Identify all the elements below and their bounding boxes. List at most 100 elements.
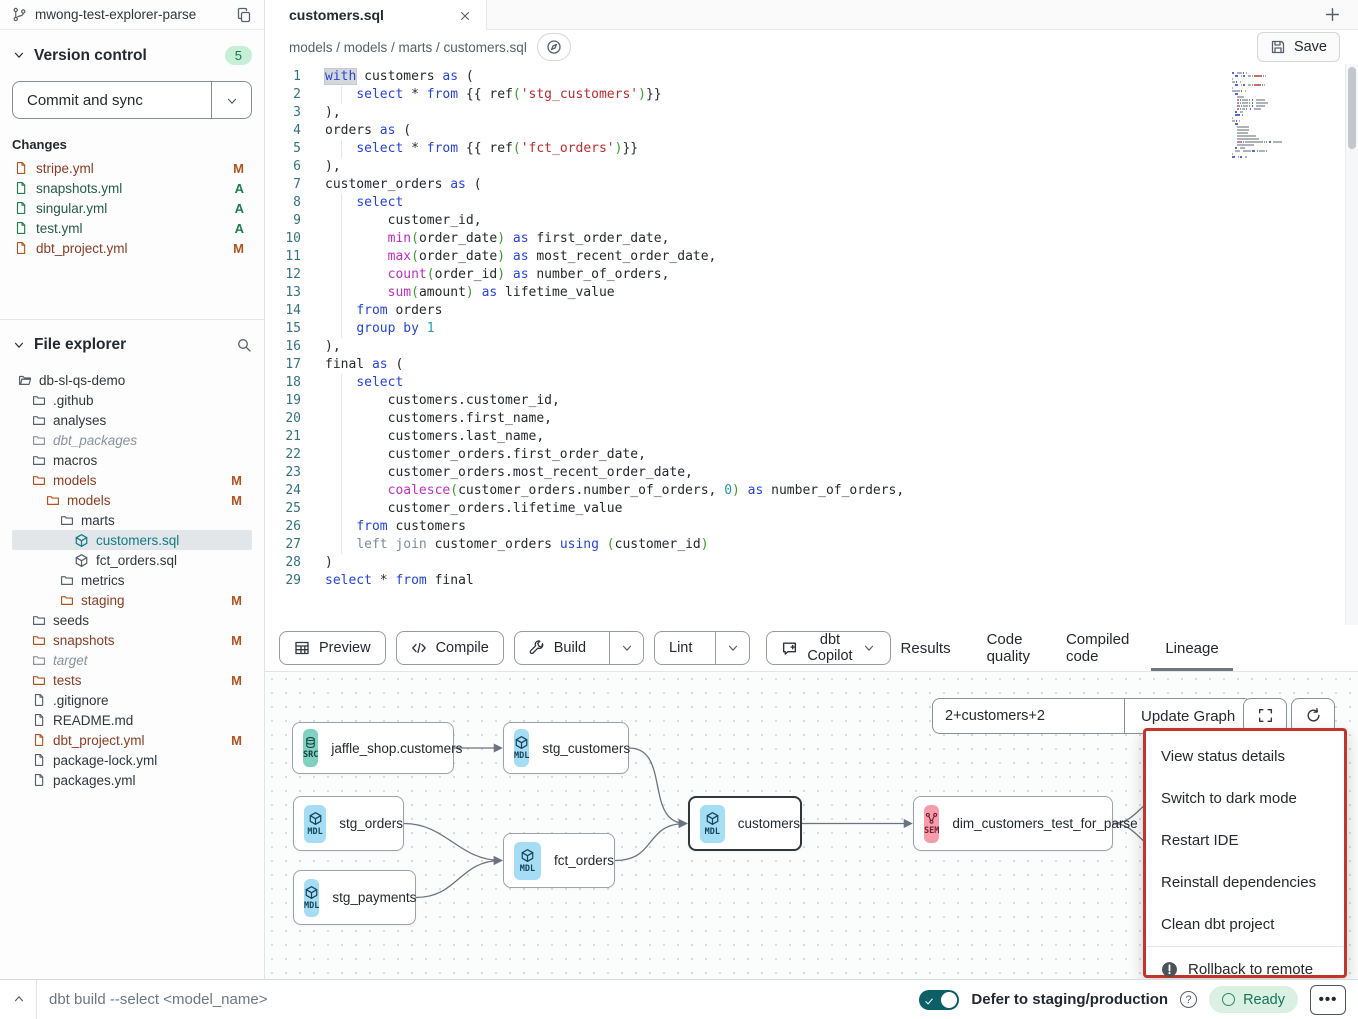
code-line: 17final as ( xyxy=(265,356,1358,374)
tab-results[interactable]: Results xyxy=(901,625,951,671)
lineage-node-jaffle_shop.customers[interactable]: SRCjaffle_shop.customers xyxy=(292,722,454,774)
tree-item-models[interactable]: modelsM xyxy=(12,470,252,490)
lineage-node-stg_customers[interactable]: MDLstg_customers xyxy=(503,722,629,774)
tree-item-marts[interactable]: marts xyxy=(12,510,252,530)
scrollbar-thumb[interactable] xyxy=(1348,67,1356,149)
file-icon xyxy=(32,733,46,747)
tree-item-README.md[interactable]: README.md xyxy=(12,710,252,730)
close-tab-icon[interactable] xyxy=(458,7,472,23)
file-status: M xyxy=(231,493,252,508)
tree-item-customers.sql[interactable]: customers.sql xyxy=(12,530,252,550)
lineage-node-fct_orders[interactable]: MDLfct_orders xyxy=(503,833,615,888)
tree-item-dbt_project.yml[interactable]: dbt_project.ymlM xyxy=(12,730,252,750)
tree-item-models[interactable]: modelsM xyxy=(12,490,252,510)
tree-item-dbt_packages[interactable]: dbt_packages xyxy=(12,430,252,450)
tab-customers-sql[interactable]: customers.sql xyxy=(265,0,487,30)
sidebar: mwong-test-explorer-parse Version contro… xyxy=(0,0,265,979)
tree-item-analyses[interactable]: analyses xyxy=(12,410,252,430)
open-in-explorer-button[interactable] xyxy=(537,33,571,61)
new-tab-button[interactable] xyxy=(1306,0,1358,29)
lineage-node-stg_orders[interactable]: MDLstg_orders xyxy=(293,796,404,851)
change-item-singular.yml[interactable]: singular.ymlA xyxy=(12,198,252,218)
code-line: 14 from orders xyxy=(265,302,1358,320)
database-icon xyxy=(304,736,317,749)
tree-item-seeds[interactable]: seeds xyxy=(12,610,252,630)
folder-icon xyxy=(32,453,46,467)
tab-lineage[interactable]: Lineage xyxy=(1165,625,1218,671)
tree-item-tests[interactable]: testsM xyxy=(12,670,252,690)
change-item-test.yml[interactable]: test.ymlA xyxy=(12,218,252,238)
tree-item-snapshots[interactable]: snapshotsM xyxy=(12,630,252,650)
editor-tabstrip: customers.sql xyxy=(265,0,1358,30)
folder-icon xyxy=(32,653,46,667)
tab-title: customers.sql xyxy=(289,7,384,23)
file-icon xyxy=(14,201,28,215)
menu-item-reinstall-dependencies[interactable]: Reinstall dependencies xyxy=(1146,861,1344,903)
menu-item-restart-ide[interactable]: Restart IDE xyxy=(1146,819,1344,861)
lint-options-dropdown[interactable] xyxy=(715,632,749,664)
change-item-stripe.yml[interactable]: stripe.ymlM xyxy=(12,158,252,178)
divider xyxy=(36,980,37,1019)
tree-item-.gitignore[interactable]: .gitignore xyxy=(12,690,252,710)
folder-icon xyxy=(32,633,46,647)
tree-item-macros[interactable]: macros xyxy=(12,450,252,470)
menu-item-clean-dbt-project[interactable]: Clean dbt project xyxy=(1146,903,1344,945)
model-cube-icon xyxy=(304,885,319,900)
expand-command-bar-button[interactable] xyxy=(12,991,26,1009)
file-icon xyxy=(32,753,46,767)
editor-minimap[interactable] xyxy=(1232,72,1292,159)
commit-options-dropdown[interactable] xyxy=(211,82,251,118)
menu-item-view-status-details[interactable]: View status details xyxy=(1146,735,1344,777)
code-line: 9 customer_id, xyxy=(265,212,1358,230)
tree-item-metrics[interactable]: metrics xyxy=(12,570,252,590)
tab-compiled-code[interactable]: Compiled code xyxy=(1066,625,1129,671)
tree-item-fct_orders.sql[interactable]: fct_orders.sql xyxy=(12,550,252,570)
search-icon[interactable] xyxy=(236,336,252,354)
tree-item-package-lock.yml[interactable]: package-lock.yml xyxy=(12,750,252,770)
tree-item-db-sl-qs-demo[interactable]: db-sl-qs-demo xyxy=(12,370,252,390)
menu-item-switch-to-dark-mode[interactable]: Switch to dark mode xyxy=(1146,777,1344,819)
change-item-dbt_project.yml[interactable]: dbt_project.ymlM xyxy=(12,238,252,258)
tab-code-quality[interactable]: Code quality xyxy=(987,625,1030,671)
chevron-down-icon xyxy=(225,94,239,108)
lineage-node-stg_payments[interactable]: MDLstg_payments xyxy=(293,870,416,925)
code-editor[interactable]: 1with customers as (2 select * from {{ r… xyxy=(265,64,1358,625)
model-badge: MDL xyxy=(514,842,541,880)
folder-icon xyxy=(32,413,46,427)
lineage-selector-input[interactable] xyxy=(932,698,1125,734)
lineage-node-customers[interactable]: MDLcustomers xyxy=(688,796,802,851)
file-icon xyxy=(32,713,46,727)
version-control-header[interactable]: Version control 5 xyxy=(12,40,252,71)
build-button[interactable]: Build xyxy=(514,631,644,665)
code-line: 20 customers.first_name, xyxy=(265,410,1358,428)
tree-item-packages.yml[interactable]: packages.yml xyxy=(12,770,252,790)
menu-item-rollback-to-remote[interactable]: Rollback to remote xyxy=(1146,948,1344,979)
file-icon xyxy=(14,241,28,255)
editor-scrollbar[interactable] xyxy=(1345,64,1358,625)
semantic-icon xyxy=(925,812,938,825)
change-status: M xyxy=(233,241,252,256)
compile-button[interactable]: Compile xyxy=(396,631,504,665)
copy-branch-button[interactable] xyxy=(236,6,252,22)
version-control-section: Version control 5 Commit and sync Change… xyxy=(0,30,264,320)
tree-item-.github[interactable]: .github xyxy=(12,390,252,410)
more-options-button[interactable]: ••• xyxy=(1310,985,1346,1015)
file-icon xyxy=(32,693,46,707)
preview-button[interactable]: Preview xyxy=(279,631,386,665)
folder-icon xyxy=(32,473,46,487)
lint-button[interactable]: Lint xyxy=(654,631,750,665)
file-explorer-title: File explorer xyxy=(34,336,126,354)
change-item-snapshots.yml[interactable]: snapshots.ymlA xyxy=(12,178,252,198)
defer-toggle[interactable] xyxy=(919,990,959,1010)
save-button[interactable]: Save xyxy=(1257,32,1340,62)
file-explorer-header[interactable]: File explorer xyxy=(12,330,252,360)
commit-and-sync-button[interactable]: Commit and sync xyxy=(12,81,252,119)
dbt-copilot-button[interactable]: dbt Copilot xyxy=(766,631,890,665)
command-input[interactable]: dbt build --select <model_name> xyxy=(49,991,267,1008)
help-icon[interactable]: ? xyxy=(1180,991,1197,1008)
tree-item-target[interactable]: target xyxy=(12,650,252,670)
build-options-dropdown[interactable] xyxy=(609,632,643,664)
lineage-node-dim_customers_test_for_parse[interactable]: SEMdim_customers_test_for_parse xyxy=(913,796,1113,851)
tree-item-staging[interactable]: stagingM xyxy=(12,590,252,610)
dbt-cloud-ide: mwong-test-explorer-parse Version contro… xyxy=(0,0,1358,1019)
